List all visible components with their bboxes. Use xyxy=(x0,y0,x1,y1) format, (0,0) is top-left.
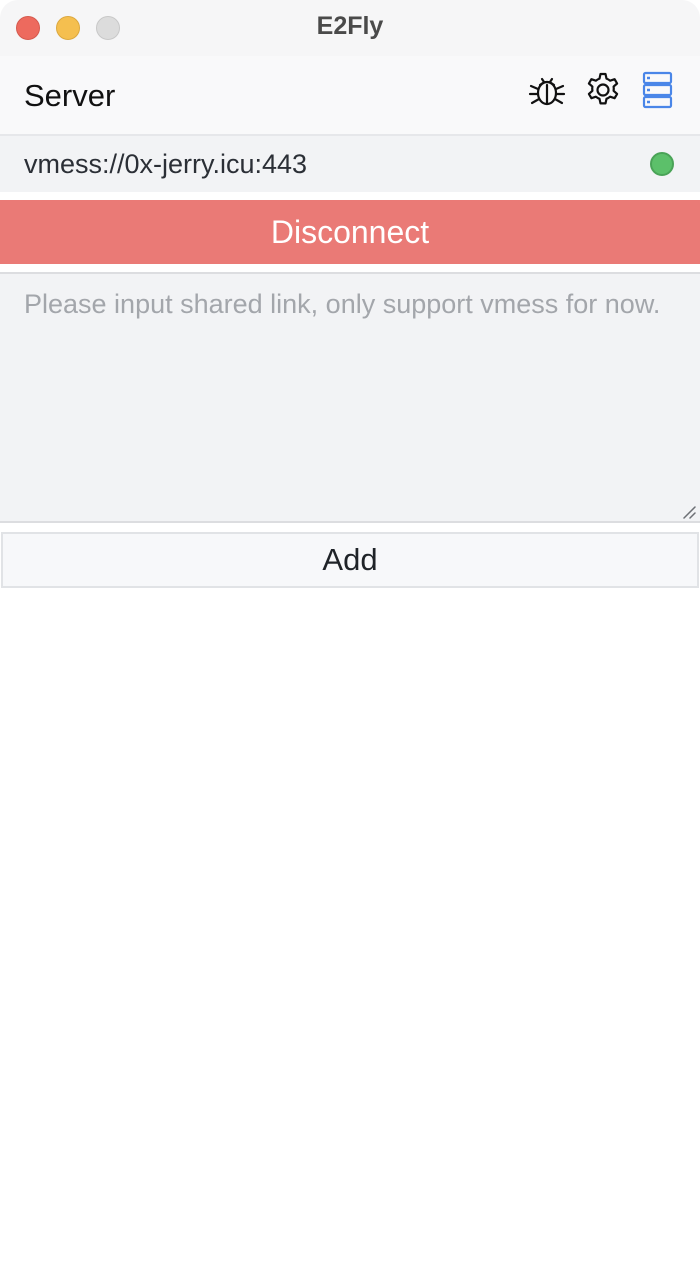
title-bar[interactable]: E2Fly xyxy=(0,0,700,56)
gear-icon[interactable] xyxy=(583,70,623,110)
app-window: E2Fly Server vmess://0x-jerry.icu:443 Di… xyxy=(0,0,700,1280)
resize-grip-icon[interactable] xyxy=(682,505,696,519)
server-list-icon[interactable] xyxy=(637,70,677,110)
server-url: vmess://0x-jerry.icu:443 xyxy=(24,149,308,179)
shared-link-input[interactable] xyxy=(0,272,700,523)
server-list-item[interactable]: vmess://0x-jerry.icu:443 xyxy=(0,136,700,192)
bug-icon[interactable] xyxy=(527,70,567,110)
page-title: Server xyxy=(24,78,116,113)
disconnect-button[interactable]: Disconnect xyxy=(0,200,700,264)
window-title: E2Fly xyxy=(316,12,384,40)
page-header: Server xyxy=(0,56,700,136)
add-button[interactable]: Add xyxy=(1,532,699,588)
connection-status-indicator xyxy=(650,152,674,176)
